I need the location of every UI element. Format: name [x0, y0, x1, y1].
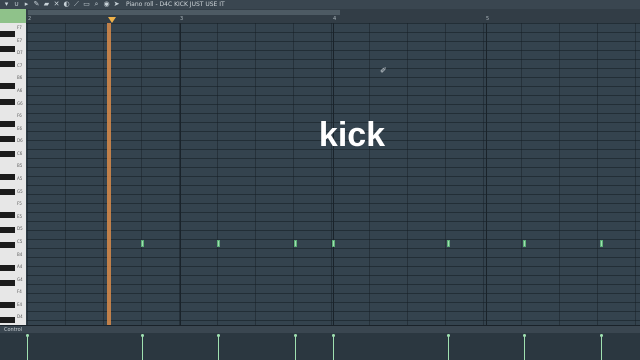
black-key[interactable]	[0, 151, 15, 158]
key-label: G4	[17, 276, 23, 282]
velocity-bar[interactable]	[26, 334, 29, 360]
key-label: C6	[17, 150, 23, 156]
time-ruler[interactable]: 2 3 4 5	[0, 9, 640, 24]
black-key[interactable]	[0, 45, 15, 52]
key-label: D5	[17, 226, 23, 232]
velocity-handle	[294, 334, 297, 337]
black-key[interactable]	[0, 189, 15, 196]
key-label: B6	[17, 75, 23, 81]
play-icon[interactable]: ▸	[23, 1, 30, 8]
black-key[interactable]	[0, 98, 15, 105]
key-label: D6	[17, 138, 23, 144]
velocity-bar[interactable]	[447, 334, 450, 360]
black-key[interactable]	[0, 279, 15, 286]
key-label: B5	[17, 163, 23, 169]
velocity-bar[interactable]	[141, 334, 144, 360]
pencil-icon[interactable]: ✎	[33, 1, 40, 8]
key-label: G5	[17, 188, 23, 194]
velocity-handle	[26, 334, 29, 337]
bar-line	[333, 23, 334, 325]
ruler-corner	[0, 9, 26, 23]
note-grid[interactable]	[27, 23, 640, 325]
key-label: F5	[17, 201, 22, 207]
note[interactable]	[523, 240, 526, 247]
key-label: A6	[17, 87, 23, 93]
key-label: E7	[17, 37, 23, 43]
black-key[interactable]	[0, 241, 15, 248]
bar-label: 2	[28, 16, 32, 22]
mute-icon[interactable]: ◐	[63, 1, 70, 8]
key-label: C7	[17, 62, 23, 68]
delete-icon[interactable]: ✕	[53, 1, 60, 8]
key-label: E6	[17, 125, 23, 131]
key-label: B4	[17, 251, 23, 257]
arrow-icon[interactable]: ➤	[113, 1, 120, 8]
note[interactable]	[332, 240, 335, 247]
black-key[interactable]	[0, 83, 15, 90]
black-key[interactable]	[0, 121, 15, 128]
velocity-bar[interactable]	[332, 334, 335, 360]
paint-icon[interactable]: ▰	[43, 1, 50, 8]
velocity-lane[interactable]	[0, 333, 640, 360]
mouse-cursor-icon: ✐	[380, 66, 387, 75]
key-label: G6	[17, 100, 23, 106]
window-title: Piano roll - D4C KICK JUST USE IT	[126, 1, 225, 8]
overlay-caption: kick	[318, 116, 386, 154]
key-label: D7	[17, 50, 23, 56]
note[interactable]	[141, 240, 144, 247]
velocity-handle	[141, 334, 144, 337]
velocity-bar[interactable]	[600, 334, 603, 360]
black-key[interactable]	[0, 226, 15, 233]
key-label: F4	[17, 289, 22, 295]
select-icon[interactable]: ▭	[83, 1, 90, 8]
velocity-bar[interactable]	[294, 334, 297, 360]
velocity-handle	[600, 334, 603, 337]
key-label: D4	[17, 314, 23, 320]
piano-keyboard[interactable]: F7 E7 D7 C7 B6 A6 G6 F6 E6 D6 C6 B5 A5 G5 F5 E5 D5 C5 B4 A4…	[0, 23, 26, 325]
magnet-icon[interactable]: ∪	[13, 1, 20, 8]
note[interactable]	[600, 240, 603, 247]
note[interactable]	[294, 240, 297, 247]
key-label: C5	[17, 238, 23, 244]
velocity-handle	[217, 334, 220, 337]
playhead[interactable]	[107, 23, 111, 325]
zoom-icon[interactable]: ⌕	[93, 1, 100, 8]
slice-icon[interactable]: ⟋	[73, 1, 80, 8]
bar-line	[486, 23, 487, 325]
black-key[interactable]	[0, 174, 15, 180]
key-label: E4	[17, 301, 23, 307]
bar-label: 4	[333, 16, 337, 22]
key-label: A4	[17, 264, 23, 270]
black-key[interactable]	[0, 264, 15, 271]
horizontal-scrollbar[interactable]	[28, 10, 340, 15]
black-key[interactable]	[0, 60, 15, 67]
bar-label: 5	[486, 16, 490, 22]
note[interactable]	[447, 240, 450, 247]
key-label: E5	[17, 213, 23, 219]
note[interactable]	[217, 240, 220, 247]
black-key[interactable]	[0, 136, 15, 143]
bar-line	[180, 23, 181, 325]
menu-icon[interactable]: ▾	[3, 1, 10, 8]
key-label: F7	[17, 25, 22, 30]
black-key[interactable]	[0, 211, 15, 218]
bar-label: 3	[180, 16, 184, 22]
key-label: F6	[17, 113, 22, 119]
playback-icon[interactable]: ◉	[103, 1, 110, 8]
black-key[interactable]	[0, 30, 15, 37]
black-key[interactable]	[0, 302, 15, 309]
velocity-handle	[523, 334, 526, 337]
velocity-bar[interactable]	[217, 334, 220, 360]
velocity-handle	[332, 334, 335, 337]
velocity-bar[interactable]	[523, 334, 526, 360]
black-key[interactable]	[0, 317, 15, 324]
key-label: A5	[17, 176, 23, 181]
velocity-handle	[447, 334, 450, 337]
